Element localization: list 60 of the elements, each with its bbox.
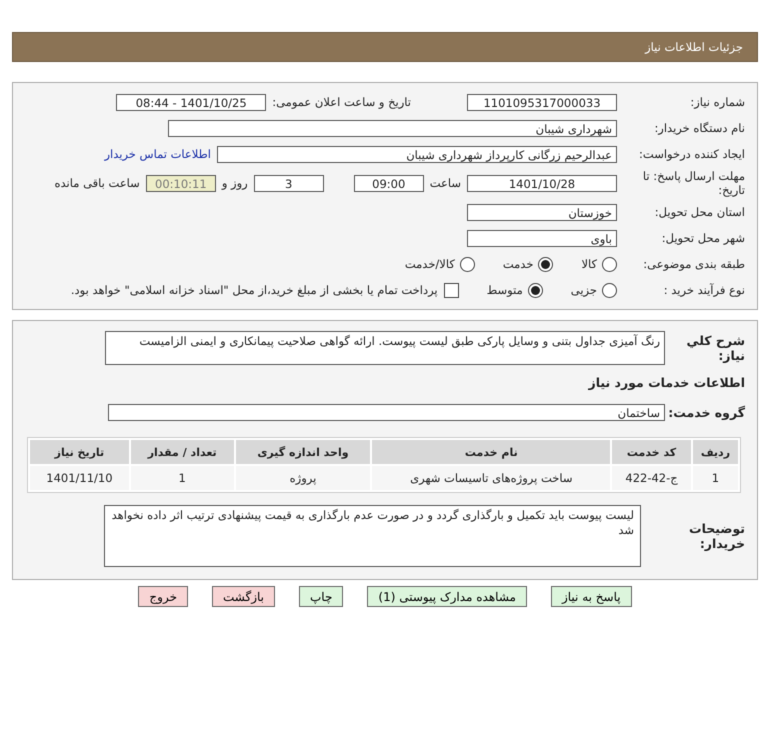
text-field[interactable]: عبدالرحیم زرگانی کارپرداز شهرداری شیبان <box>217 146 617 162</box>
radio-label: جزیی <box>570 283 597 297</box>
field-label: گروه خدمت: <box>667 404 745 420</box>
field-label: طبقه بندی موضوعی: <box>642 257 745 271</box>
field-label: مهلت ارسال پاسخ: تا تاریخ: <box>642 169 745 197</box>
notes-field: لیست پیوست باید تکمیل و بارگذاری گردد و در صورت عدم بارگذاری به قیمت پیشنهادی ترتیب اثر داده نخواهد شد <box>104 505 641 567</box>
description-field: رنگ آمیزی جداول بتنی و وسایل پارکی طبق لیست پیوست. ارائه گواهی صلاحیت پیمانکاری و ایمنی الزامیست <box>105 331 665 365</box>
field-label: ساعت <box>430 176 461 190</box>
field-label: توضیحات خریدار: <box>688 521 745 551</box>
table-cell: ج-42-422 <box>612 466 691 490</box>
radio-button[interactable] <box>528 282 543 298</box>
column-header: تعداد / مقدار <box>130 440 234 464</box>
radio-button[interactable] <box>602 282 617 298</box>
radio-button[interactable] <box>602 256 617 272</box>
table-cell: 1 <box>692 466 738 490</box>
field-label: روز و <box>222 176 248 190</box>
field-label: ایجاد کننده درخواست: <box>638 147 745 161</box>
column-header: تاریخ نیاز <box>30 440 129 464</box>
text-field[interactable]: باوی <box>467 230 617 246</box>
field-label: شماره نیاز: <box>689 95 745 109</box>
field-label: استان محل تحویل: <box>654 205 745 219</box>
section-heading: اطلاعات خدمات مورد نیاز <box>588 374 745 390</box>
radio-label: متوسط <box>486 283 523 297</box>
field-label: تاریخ و ساعت اعلان عمومی: <box>272 95 411 109</box>
column-header: نام خدمت <box>372 440 610 464</box>
radio-label: کالا <box>581 257 597 271</box>
field-label: نام دستگاه خریدار: <box>653 121 745 135</box>
table-cell: 1401/11/10 <box>30 466 129 490</box>
action-button[interactable]: خروج <box>138 586 188 607</box>
checkbox[interactable] <box>444 282 459 298</box>
radio-label: خدمت <box>502 257 534 271</box>
field-label: شهر محل تحویل: <box>660 231 745 245</box>
table-cell: ساخت پروژه‌های تاسیسات شهری <box>372 466 610 490</box>
text-field[interactable]: خوزستان <box>467 204 617 220</box>
field-label: شرح کلي نیاز: <box>686 333 745 363</box>
field-label: ساعت باقی مانده <box>54 176 140 190</box>
text-field[interactable]: 1401/10/25 - 08:44 <box>116 94 266 110</box>
action-button[interactable]: بازگشت <box>212 586 275 607</box>
radio-label: کالا/خدمت <box>404 257 455 271</box>
countdown-field: 00:10:11 <box>146 174 216 192</box>
action-button[interactable]: چاپ <box>299 586 344 607</box>
text-field[interactable]: 1401/10/28 <box>467 174 617 192</box>
text-field[interactable]: 3 <box>254 174 324 192</box>
action-button[interactable]: پاسخ به نیاز <box>550 586 632 607</box>
radio-button[interactable] <box>538 256 554 272</box>
page-header: جزئیات اطلاعات نیاز <box>12 32 758 62</box>
column-header: واحد اندازه گیری <box>236 440 370 464</box>
checkbox-label: پرداخت تمام یا بخشی از مبلغ خرید،از محل "اسناد خزانه اسلامی" خواهد بود. <box>70 283 438 297</box>
radio-button[interactable] <box>460 256 475 272</box>
column-header: کد خدمت <box>612 440 691 464</box>
text-field[interactable]: 09:00 <box>354 174 424 192</box>
table-cell: 1 <box>130 466 234 490</box>
column-header: ردیف <box>692 440 738 464</box>
field-label: نوع فرآیند خرید : <box>662 283 745 297</box>
table-cell: پروژه <box>236 466 370 490</box>
contact-link[interactable]: اطلاعات تماس خریدار <box>104 147 211 161</box>
text-field[interactable]: شهرداری شیبان <box>168 120 617 136</box>
text-field[interactable]: ساختمان <box>108 404 665 420</box>
text-field[interactable]: 1101095317000033 <box>467 94 617 110</box>
action-button[interactable]: مشاهده مدارک پیوستی (1) <box>367 586 527 607</box>
